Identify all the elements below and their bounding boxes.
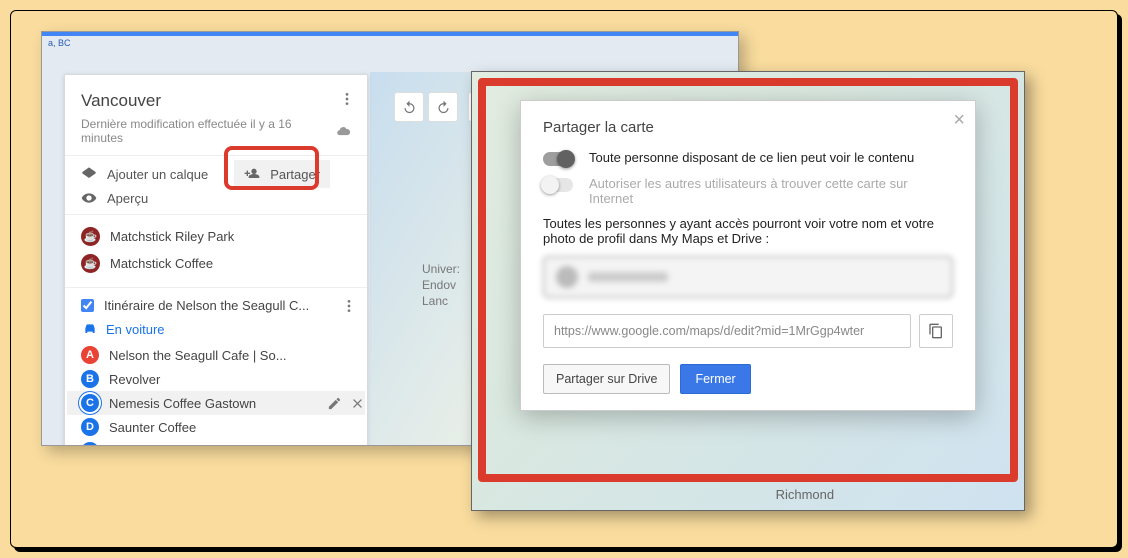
add-layer-button[interactable]: Ajouter un calque <box>81 166 208 182</box>
map-label-lands: Lanc <box>422 294 448 308</box>
toggle-anyone-with-link[interactable]: Toute personne disposant de ce lien peut… <box>543 150 953 166</box>
place-item[interactable]: Matchstick Coffee <box>81 250 351 277</box>
coffee-icon <box>81 254 100 273</box>
layer-group: Matchstick Riley Park Matchstick Coffee <box>65 215 367 288</box>
redo-button[interactable] <box>428 92 458 122</box>
route-layer: Itinéraire de Nelson the Seagull C... En… <box>65 288 367 446</box>
share-map-dialog: × Partager la carte Toute personne dispo… <box>520 100 976 411</box>
stop-marker-e: E <box>81 442 99 446</box>
coffee-icon <box>81 227 100 246</box>
share-button[interactable]: Partager <box>234 160 330 188</box>
map-corner-label: a, BC <box>48 38 71 48</box>
layers-icon <box>81 166 97 182</box>
map-title[interactable]: Vancouver <box>81 91 351 111</box>
share-dialog-window: Richmond × Partager la carte Toute perso… <box>471 71 1025 511</box>
toggle-switch[interactable] <box>543 152 573 166</box>
copy-link-button[interactable] <box>919 314 953 348</box>
share-link-input[interactable] <box>543 314 911 348</box>
route-title[interactable]: Itinéraire de Nelson the Seagull C... <box>104 298 309 313</box>
travel-mode[interactable]: En voiture <box>82 321 351 337</box>
route-stop[interactable]: DSaunter Coffee <box>81 415 351 439</box>
toggle-public-search[interactable]: Autoriser les autres utilisateurs à trou… <box>543 176 953 206</box>
privacy-note: Toutes les personnes y ayant accès pourr… <box>543 216 953 246</box>
eye-icon <box>81 190 97 206</box>
car-icon <box>82 321 98 337</box>
window-titlebar <box>42 32 738 36</box>
cloud-synced-icon <box>336 124 351 139</box>
toggle-switch[interactable] <box>543 178 573 192</box>
edit-icon[interactable] <box>327 396 342 411</box>
dialog-title: Partager la carte <box>543 119 953 136</box>
place-item[interactable]: Matchstick Riley Park <box>81 223 351 250</box>
close-icon[interactable]: × <box>953 109 965 132</box>
route-menu-button[interactable] <box>341 298 357 317</box>
mymaps-side-panel: Vancouver Dernière modification effectué… <box>64 74 368 446</box>
share-on-drive-button[interactable]: Partager sur Drive <box>543 364 670 394</box>
person-add-icon <box>244 166 260 182</box>
stop-marker-b: B <box>81 370 99 388</box>
stop-marker-d: D <box>81 418 99 436</box>
remove-icon[interactable] <box>350 396 365 411</box>
profile-preview <box>543 256 953 298</box>
stop-marker-c: C <box>81 394 99 412</box>
close-button[interactable]: Fermer <box>680 364 750 394</box>
map-label-endowment: Endov <box>422 278 456 292</box>
avatar <box>556 266 578 288</box>
route-stop[interactable]: ANelson the Seagull Cafe | So... <box>81 343 351 367</box>
route-stop[interactable]: E49th Parallel Café & Lucky's ... <box>81 439 351 446</box>
map-city-label: Richmond <box>776 487 835 502</box>
route-stop[interactable]: BRevolver <box>81 367 351 391</box>
route-stop[interactable]: C Nemesis Coffee Gastown <box>67 391 365 415</box>
panel-menu-button[interactable] <box>339 91 355 112</box>
map-subtitle: Dernière modification effectuée il y a 1… <box>81 117 351 145</box>
preview-button[interactable]: Aperçu <box>81 190 351 206</box>
route-visibility-checkbox[interactable] <box>81 299 94 312</box>
stop-marker-a: A <box>81 346 99 364</box>
map-label-university: Univer: <box>422 262 460 276</box>
undo-button[interactable] <box>394 92 424 122</box>
copy-icon <box>928 323 944 339</box>
